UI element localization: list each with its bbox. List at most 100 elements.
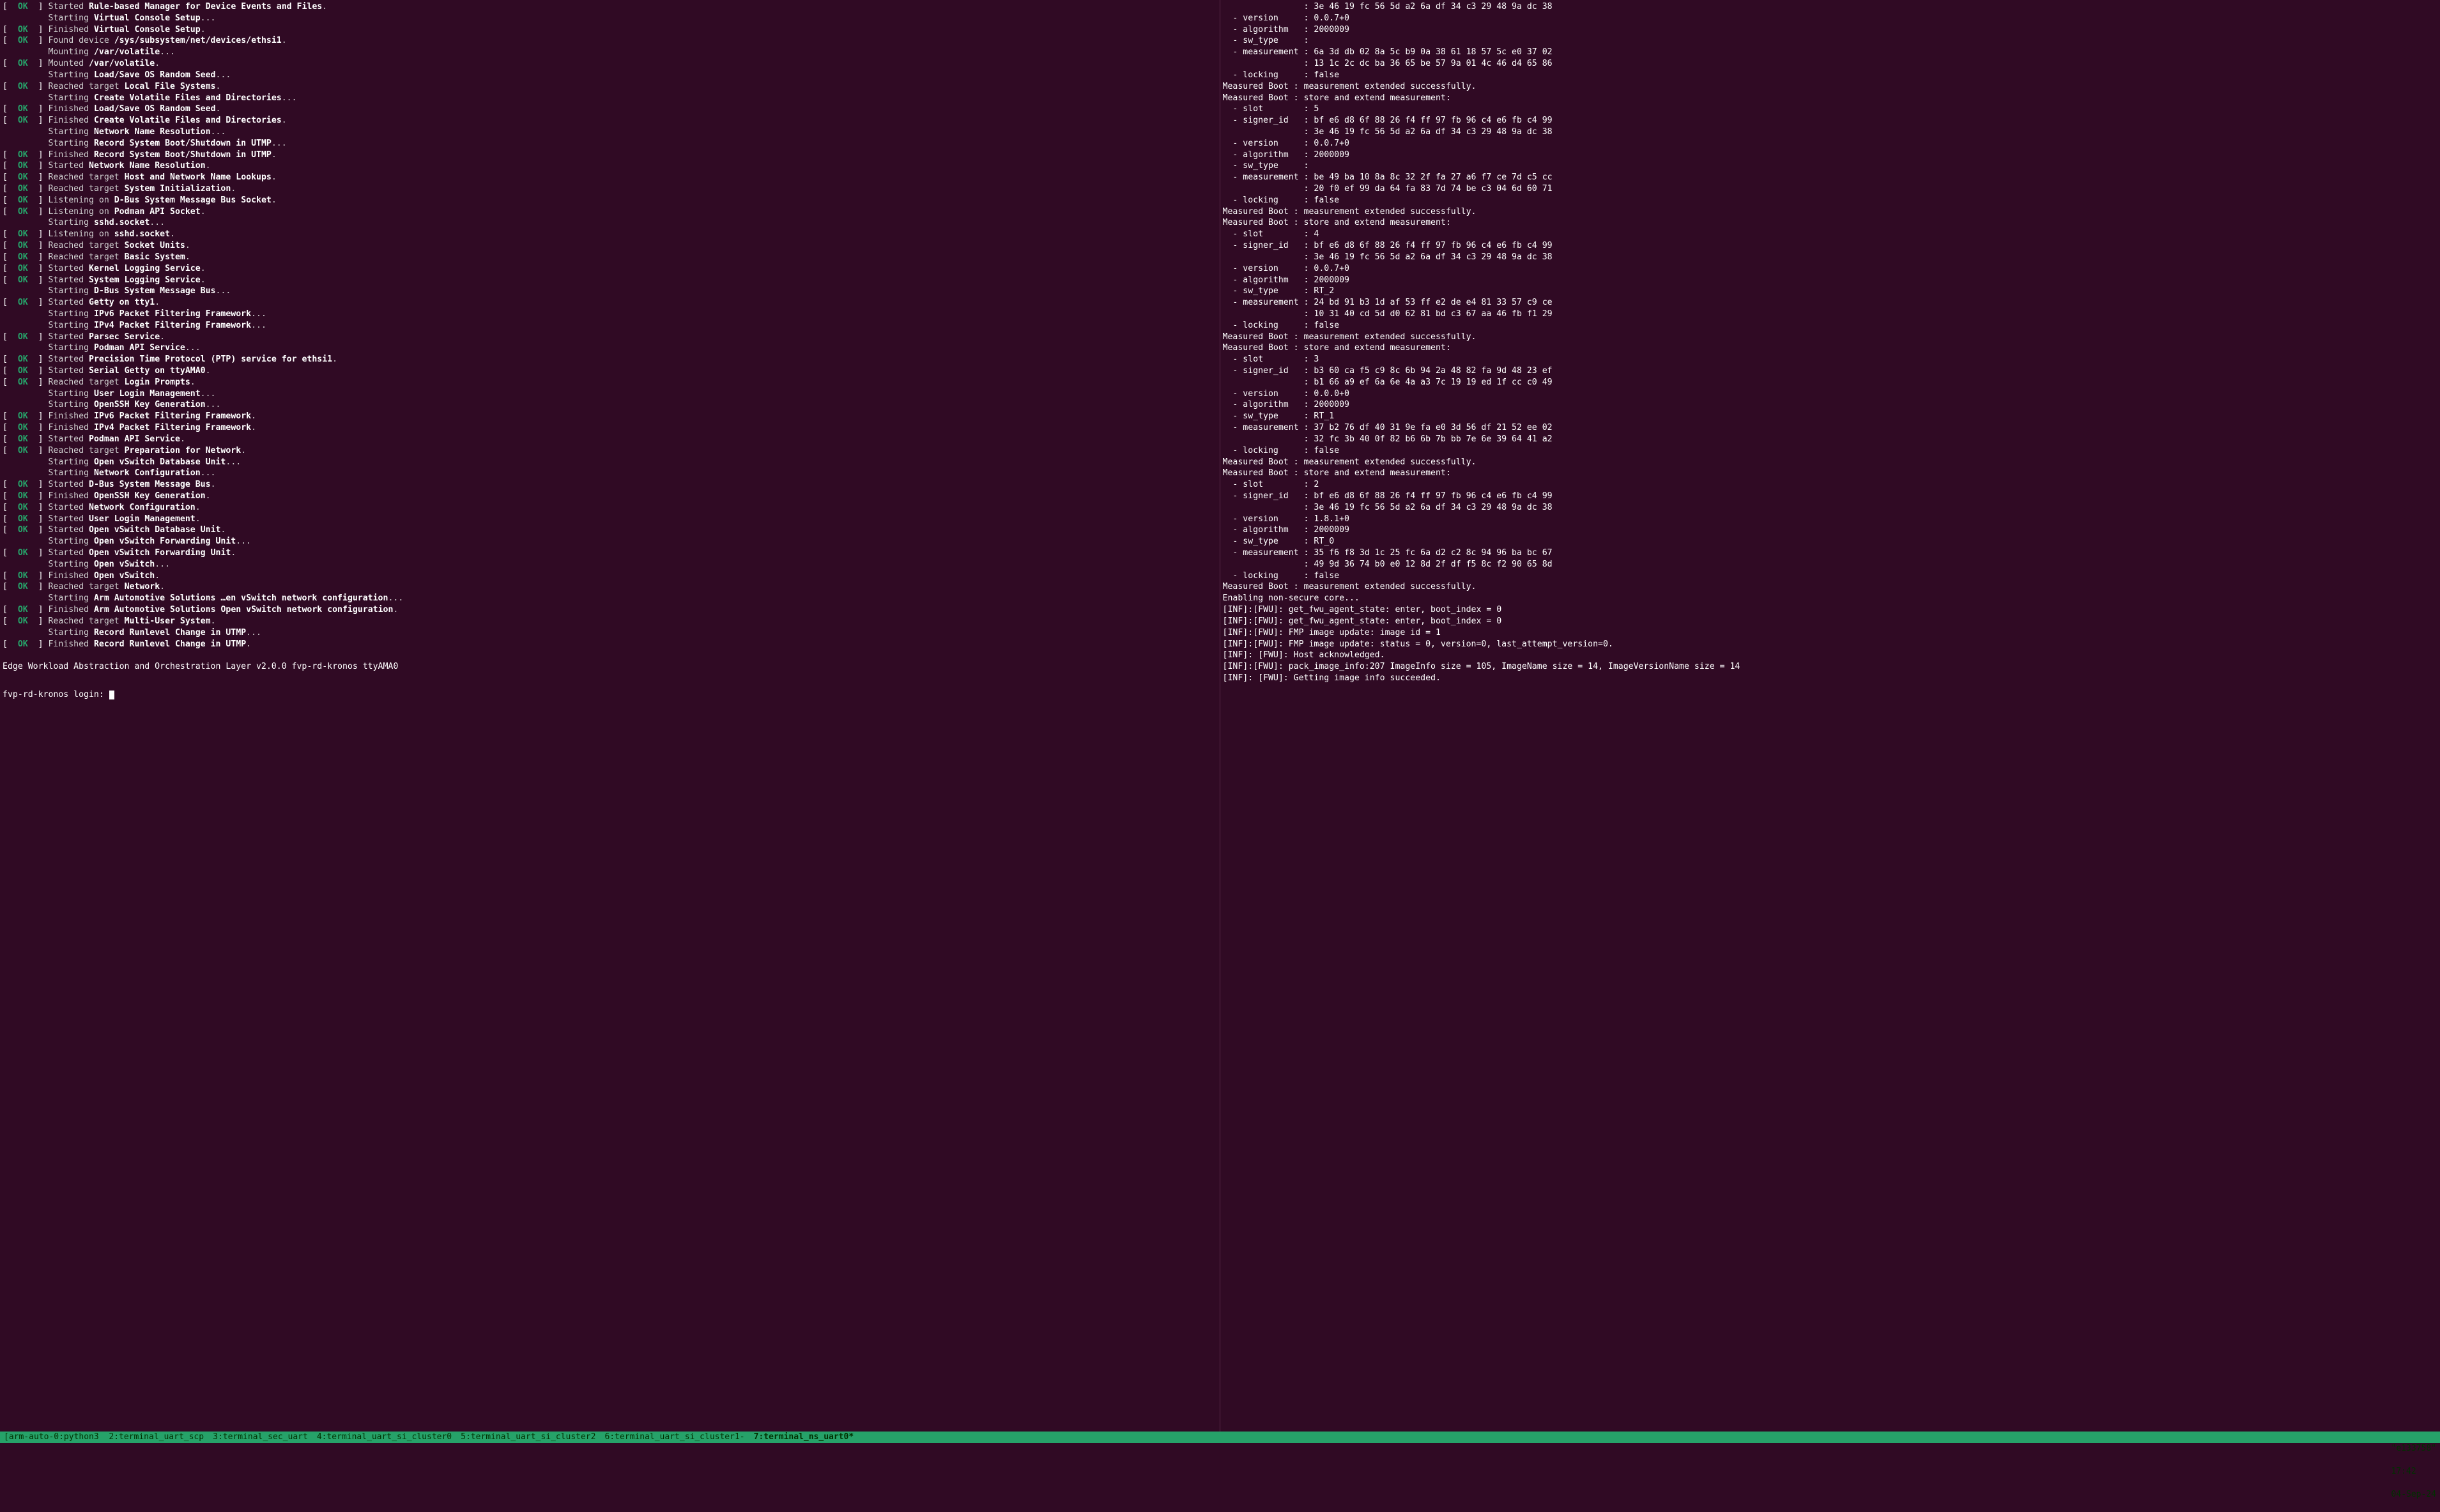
status-session: [arm-auto-0:python3 xyxy=(4,1432,99,1443)
boot-line: Starting Load/Save OS Random Seed... xyxy=(3,70,1217,81)
boot-line: [ OK ] Reached target Socket Units. xyxy=(3,240,1217,252)
boot-line: Starting Record System Boot/Shutdown in … xyxy=(3,138,1217,149)
log-line: Measured Boot : store and extend measure… xyxy=(1223,217,2438,229)
boot-line: [ OK ] Reached target Network. xyxy=(3,581,1217,593)
log-line: - algorithm : 2000009 xyxy=(1223,149,2438,161)
boot-blank xyxy=(3,650,1217,661)
boot-line: [ OK ] Finished Arm Automotive Solutions… xyxy=(3,604,1217,616)
tmux-window-2[interactable]: 2:terminal_uart_scp xyxy=(109,1432,204,1442)
boot-line: [ OK ] Mounted /var/volatile. xyxy=(3,58,1217,70)
log-line: Measured Boot : store and extend measure… xyxy=(1223,342,2438,354)
log-line: : 3e 46 19 fc 56 5d a2 6a df 34 c3 29 48… xyxy=(1223,252,2438,263)
log-line: - sw_type : RT_0 xyxy=(1223,536,2438,547)
log-line: : 3e 46 19 fc 56 5d a2 6a df 34 c3 29 48… xyxy=(1223,502,2438,514)
log-line: - measurement : 6a 3d db 02 8a 5c b9 0a … xyxy=(1223,47,2438,58)
boot-line: [ OK ] Reached target Multi-User System. xyxy=(3,616,1217,627)
log-line: - locking : false xyxy=(1223,570,2438,582)
boot-line: [ OK ] Started Precision Time Protocol (… xyxy=(3,354,1217,365)
boot-line: [ OK ] Listening on Podman API Socket. xyxy=(3,206,1217,218)
tmux-window-3[interactable]: 3:terminal_sec_uart xyxy=(213,1432,308,1442)
boot-line: [ OK ] Started Getty on tty1. xyxy=(3,297,1217,309)
boot-line: [ OK ] Started Open vSwitch Database Uni… xyxy=(3,524,1217,536)
log-line: [INF]: [FWU]: Host acknowledged. xyxy=(1223,650,2438,661)
boot-line: [ OK ] Started Serial Getty on ttyAMA0. xyxy=(3,365,1217,377)
log-line: - locking : false xyxy=(1223,195,2438,206)
log-line: Measured Boot : measurement extended suc… xyxy=(1223,581,2438,593)
log-line: Measured Boot : store and extend measure… xyxy=(1223,93,2438,104)
left-terminal-pane[interactable]: [ OK ] Started Rule-based Manager for De… xyxy=(0,0,1220,1432)
boot-line: [ OK ] Started Rule-based Manager for De… xyxy=(3,1,1217,13)
login-prompt[interactable]: fvp-rd-kronos login: xyxy=(3,689,1217,701)
tmux-window-5[interactable]: 5:terminal_uart_si_cluster2 xyxy=(461,1432,595,1442)
boot-line: [ OK ] Started System Logging Service. xyxy=(3,275,1217,286)
log-line: - locking : false xyxy=(1223,70,2438,81)
boot-line: Starting Virtual Console Setup... xyxy=(3,13,1217,24)
boot-line: Starting OpenSSH Key Generation... xyxy=(3,399,1217,411)
boot-line: [ OK ] Finished Virtual Console Setup. xyxy=(3,24,1217,36)
log-line: - locking : false xyxy=(1223,445,2438,457)
boot-line: [ OK ] Finished IPv4 Packet Filtering Fr… xyxy=(3,422,1217,434)
boot-line: Starting User Login Management... xyxy=(3,388,1217,400)
tmux-window-4[interactable]: 4:terminal_uart_si_cluster0 xyxy=(317,1432,452,1442)
boot-line: [ OK ] Finished Create Volatile Files an… xyxy=(3,115,1217,126)
log-line: - version : 0.0.7+0 xyxy=(1223,13,2438,24)
boot-line: [ OK ] Started Parsec Service. xyxy=(3,332,1217,343)
log-line: : 3e 46 19 fc 56 5d a2 6a df 34 c3 29 48… xyxy=(1223,126,2438,138)
boot-line: [ OK ] Finished OpenSSH Key Generation. xyxy=(3,491,1217,502)
boot-line: [ OK ] Found device /sys/subsystem/net/d… xyxy=(3,35,1217,47)
boot-blank xyxy=(3,673,1217,684)
boot-line: [ OK ] Reached target System Initializat… xyxy=(3,183,1217,195)
boot-line: [ OK ] Reached target Login Prompts. xyxy=(3,377,1217,388)
right-terminal-pane[interactable]: : 3e 46 19 fc 56 5d a2 6a df 34 c3 29 48… xyxy=(1220,0,2440,1432)
tmux-status-bar: [arm-auto-0:python3 2:terminal_uart_scp 3… xyxy=(0,1432,2440,1443)
boot-line: Starting sshd.socket... xyxy=(3,217,1217,229)
boot-line: [ OK ] Finished Record System Boot/Shutd… xyxy=(3,149,1217,161)
boot-line: [ OK ] Listening on sshd.socket. xyxy=(3,229,1217,240)
log-line: [INF]:[FWU]: pack_image_info:207 ImageIn… xyxy=(1223,661,2438,673)
log-line: - version : 0.0.7+0 xyxy=(1223,138,2438,149)
log-line: - sw_type : RT_1 xyxy=(1223,411,2438,422)
log-line: - algorithm : 2000009 xyxy=(1223,275,2438,286)
status-date: 04-Sep-24 xyxy=(2391,1490,2436,1499)
log-line: - version : 1.8.1+0 xyxy=(1223,514,2438,525)
log-line: : 3e 46 19 fc 56 5d a2 6a df 34 c3 29 48… xyxy=(1223,1,2438,13)
boot-line: [ OK ] Reached target Local File Systems… xyxy=(3,81,1217,93)
log-line: [INF]: [FWU]: Getting image info succeed… xyxy=(1223,673,2438,684)
log-line: - measurement : be 49 ba 10 8a 8c 32 2f … xyxy=(1223,172,2438,183)
log-line: Measured Boot : store and extend measure… xyxy=(1223,468,2438,479)
boot-line: Starting IPv6 Packet Filtering Framework… xyxy=(3,309,1217,320)
boot-line: Starting Network Configuration... xyxy=(3,468,1217,479)
boot-line: Starting Arm Automotive Solutions …en vS… xyxy=(3,593,1217,604)
tmux-window-7[interactable]: 7:terminal_ns_uart0* xyxy=(754,1432,854,1442)
boot-line: [ OK ] Started Network Configuration. xyxy=(3,502,1217,514)
log-line: - slot : 5 xyxy=(1223,103,2438,115)
log-line: Measured Boot : measurement extended suc… xyxy=(1223,206,2438,218)
log-line: - version : 0.0.7+0 xyxy=(1223,263,2438,275)
log-line: : 13 1c 2c dc ba 36 65 be 57 9a 01 4c 46… xyxy=(1223,58,2438,70)
log-line: - slot : 2 xyxy=(1223,479,2438,491)
log-line: - sw_type : xyxy=(1223,160,2438,172)
log-line: Enabling non-secure core... xyxy=(1223,593,2438,604)
log-line: Measured Boot : measurement extended suc… xyxy=(1223,332,2438,343)
boot-line: [ OK ] Reached target Preparation for Ne… xyxy=(3,445,1217,457)
log-line: [INF]:[FWU]: FMP image update: status = … xyxy=(1223,639,2438,650)
log-line: - locking : false xyxy=(1223,320,2438,332)
log-line: - measurement : 35 f6 f8 3d 1c 25 fc 6a … xyxy=(1223,547,2438,559)
tmux-window-6[interactable]: 6:terminal_uart_si_cluster1- xyxy=(604,1432,744,1442)
log-line: : 49 9d 36 74 b0 e0 12 8d 2f df f5 8c f2… xyxy=(1223,559,2438,570)
log-line: - version : 0.0.0+0 xyxy=(1223,388,2438,400)
log-line: - algorithm : 2000009 xyxy=(1223,399,2438,411)
boot-line: Starting Open vSwitch Forwarding Unit... xyxy=(3,536,1217,547)
log-line: - signer_id : bf e6 d8 6f 88 26 f4 ff 97… xyxy=(1223,491,2438,502)
boot-line: [ OK ] Finished Open vSwitch. xyxy=(3,570,1217,582)
boot-line: Starting Create Volatile Files and Direc… xyxy=(3,93,1217,104)
boot-line: [ OK ] Started User Login Management. xyxy=(3,514,1217,525)
log-line: - slot : 4 xyxy=(1223,229,2438,240)
boot-line: [ OK ] Finished Record Runlevel Change i… xyxy=(3,639,1217,650)
boot-line: [ OK ] Started D-Bus System Message Bus. xyxy=(3,479,1217,491)
boot-line: Starting Open vSwitch... xyxy=(3,559,1217,570)
boot-line: [ OK ] Reached target Host and Network N… xyxy=(3,172,1217,183)
log-line: Measured Boot : measurement extended suc… xyxy=(1223,457,2438,468)
boot-line: [ OK ] Started Network Name Resolution. xyxy=(3,160,1217,172)
log-line: : 20 f0 ef 99 da 64 fa 83 7d 74 be c3 04… xyxy=(1223,183,2438,195)
